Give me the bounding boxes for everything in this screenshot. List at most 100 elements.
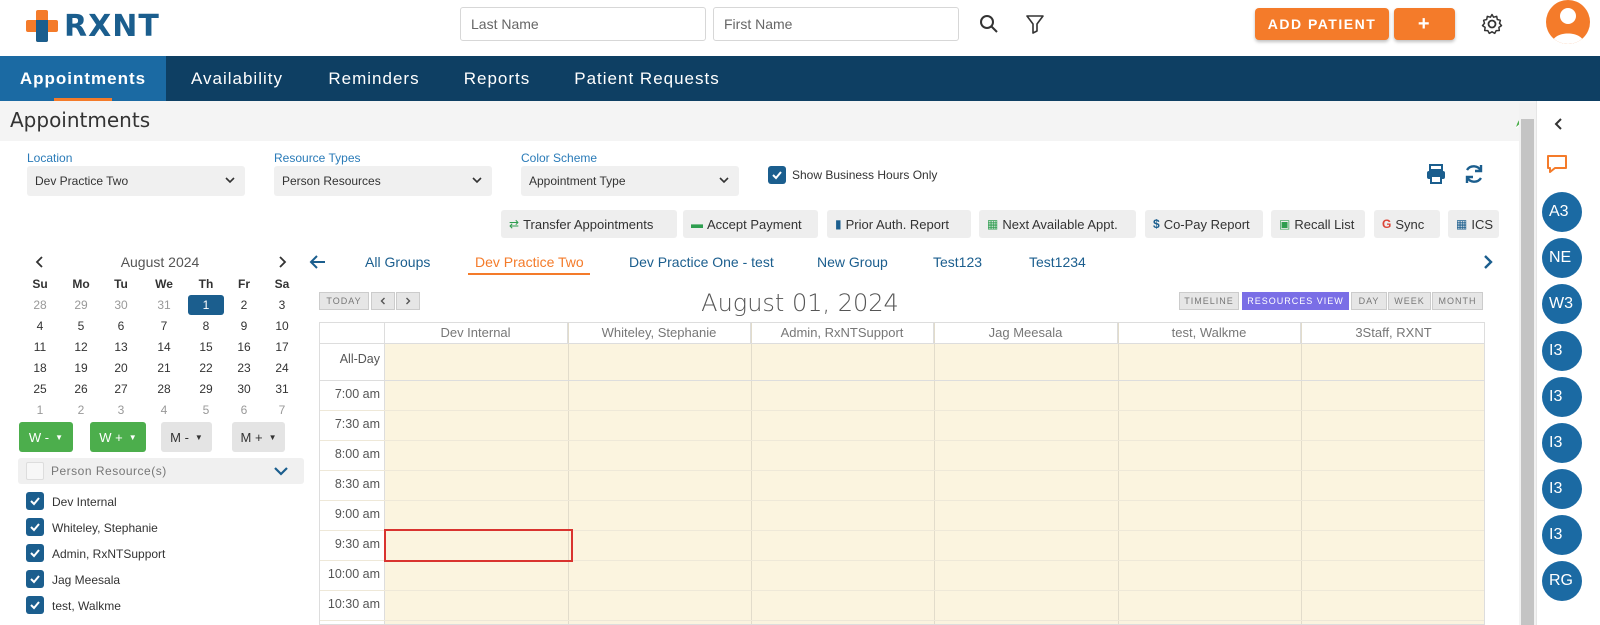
scrollbar-thumb[interactable] (1521, 119, 1534, 625)
group-tab-dev-practice-two[interactable]: Dev Practice Two (475, 254, 584, 274)
side-chip[interactable]: A3 (1542, 192, 1582, 232)
view-day-button[interactable]: DAY (1351, 292, 1387, 310)
calendar-day[interactable]: 19 (63, 358, 99, 378)
next-available-appt-button[interactable]: ▦ Next Available Appt. (979, 210, 1136, 238)
calendar-day[interactable]: 20 (103, 358, 139, 378)
view-timeline-button[interactable]: TIMELINE (1179, 292, 1239, 310)
print-icon[interactable] (1424, 162, 1448, 186)
prev-day-button[interactable] (371, 292, 395, 310)
calendar-day[interactable]: 29 (188, 379, 224, 399)
calendar-day[interactable]: 28 (22, 295, 58, 315)
calendar-day[interactable]: 30 (103, 295, 139, 315)
last-name-input[interactable] (460, 7, 706, 41)
side-chip[interactable]: NE (1542, 238, 1582, 278)
calendar-day[interactable]: 4 (146, 400, 182, 420)
location-select[interactable]: Dev Practice Two (27, 166, 245, 196)
calendar-day[interactable]: 16 (226, 337, 262, 357)
add-button[interactable]: + (1394, 8, 1455, 40)
select-all-checkbox[interactable] (26, 462, 44, 480)
calendar-day[interactable]: 2 (63, 400, 99, 420)
calendar-day-selected[interactable]: 1 (188, 295, 224, 315)
resource-checkbox[interactable] (26, 596, 44, 614)
rxnt-logo[interactable]: RXNT (24, 6, 160, 46)
resource-checkbox[interactable] (26, 492, 44, 510)
side-chip[interactable]: I3 (1542, 423, 1582, 463)
sync-button[interactable]: G Sync (1374, 210, 1440, 238)
calendar-day[interactable]: 4 (22, 316, 58, 336)
calendar-day[interactable]: 12 (63, 337, 99, 357)
gear-icon[interactable] (1480, 12, 1504, 36)
transfer-appointments-button[interactable]: ⇄ Transfer Appointments (501, 210, 677, 238)
calendar-day[interactable]: 31 (146, 295, 182, 315)
resource-checkbox[interactable] (26, 570, 44, 588)
calendar-day[interactable]: 26 (63, 379, 99, 399)
calendar-day[interactable]: 17 (264, 337, 300, 357)
calendar-day[interactable]: 6 (226, 400, 262, 420)
resource-types-select[interactable]: Person Resources (274, 166, 492, 196)
calendar-day[interactable]: 30 (226, 379, 262, 399)
chevron-right-icon[interactable] (1476, 250, 1500, 274)
nav-tab-appointments[interactable]: Appointments (0, 56, 166, 101)
side-chip[interactable]: I3 (1542, 331, 1582, 371)
group-tab-all-groups[interactable]: All Groups (365, 254, 430, 274)
side-chip[interactable]: I3 (1542, 469, 1582, 509)
calendar-day[interactable]: 27 (103, 379, 139, 399)
week-minus-button[interactable]: W - ▼ (19, 422, 73, 452)
calendar-day[interactable]: 23 (226, 358, 262, 378)
calendar-day[interactable]: 3 (264, 295, 300, 315)
calendar-day[interactable]: 11 (22, 337, 58, 357)
arrow-left-icon[interactable] (306, 250, 330, 274)
view-month-button[interactable]: MONTH (1432, 292, 1483, 310)
search-icon[interactable] (977, 12, 1001, 36)
recall-list-button[interactable]: ▣ Recall List (1271, 210, 1365, 238)
group-tab-new-group[interactable]: New Group (817, 254, 888, 274)
calendar-day[interactable]: 7 (146, 316, 182, 336)
color-scheme-select[interactable]: Appointment Type (521, 166, 739, 196)
resource-checkbox[interactable] (26, 518, 44, 536)
calendar-day[interactable]: 22 (188, 358, 224, 378)
side-chip[interactable]: W3 (1542, 284, 1582, 324)
nav-tab-reports[interactable]: Reports (440, 56, 554, 101)
calendar-day[interactable]: 15 (188, 337, 224, 357)
filter-icon[interactable] (1023, 12, 1047, 36)
side-chip[interactable]: I3 (1542, 515, 1582, 555)
today-button[interactable]: TODAY (319, 292, 369, 310)
first-name-input[interactable] (713, 7, 959, 41)
calendar-day[interactable]: 9 (226, 316, 262, 336)
view-week-button[interactable]: WEEK (1388, 292, 1431, 310)
side-chip[interactable]: RG (1542, 561, 1582, 601)
group-tab-test1234[interactable]: Test1234 (1029, 254, 1086, 274)
calendar-day[interactable]: 25 (22, 379, 58, 399)
calendar-day[interactable]: 3 (103, 400, 139, 420)
calendar-day[interactable]: 1 (22, 400, 58, 420)
nav-tab-availability[interactable]: Availability (166, 56, 308, 101)
next-day-button[interactable] (396, 292, 420, 310)
co-pay-report-button[interactable]: $ Co-Pay Report (1145, 210, 1263, 238)
calendar-day[interactable]: 5 (63, 316, 99, 336)
chat-icon[interactable] (1545, 153, 1569, 175)
ics-button[interactable]: ▦ ICS (1448, 210, 1499, 238)
group-tab-test123[interactable]: Test123 (933, 254, 982, 274)
add-patient-button[interactable]: ADD PATIENT (1255, 8, 1389, 40)
calendar-day[interactable]: 8 (188, 316, 224, 336)
calendar-day[interactable]: 21 (146, 358, 182, 378)
calendar-day[interactable]: 28 (146, 379, 182, 399)
month-plus-button[interactable]: M + ▼ (232, 422, 285, 452)
calendar-day[interactable]: 5 (188, 400, 224, 420)
nav-tab-reminders[interactable]: Reminders (308, 56, 440, 101)
prev-month-icon[interactable] (28, 250, 52, 274)
selected-time-slot[interactable] (384, 529, 573, 562)
nav-tab-patient-requests[interactable]: Patient Requests (554, 56, 740, 101)
user-avatar[interactable] (1546, 0, 1590, 44)
prior-auth-report-button[interactable]: ▮ Prior Auth. Report (827, 210, 971, 238)
resource-checkbox[interactable] (26, 544, 44, 562)
next-month-icon[interactable] (270, 250, 294, 274)
calendar-day[interactable]: 6 (103, 316, 139, 336)
month-minus-button[interactable]: M - ▼ (161, 422, 212, 452)
view-resources-button[interactable]: RESOURCES VIEW (1242, 292, 1349, 310)
calendar-day[interactable]: 14 (146, 337, 182, 357)
calendar-day[interactable]: 2 (226, 295, 262, 315)
chevron-down-icon[interactable] (273, 464, 289, 478)
accept-payment-button[interactable]: ▬ Accept Payment (683, 210, 818, 238)
group-tab-dev-practice-one[interactable]: Dev Practice One - test (629, 254, 774, 274)
